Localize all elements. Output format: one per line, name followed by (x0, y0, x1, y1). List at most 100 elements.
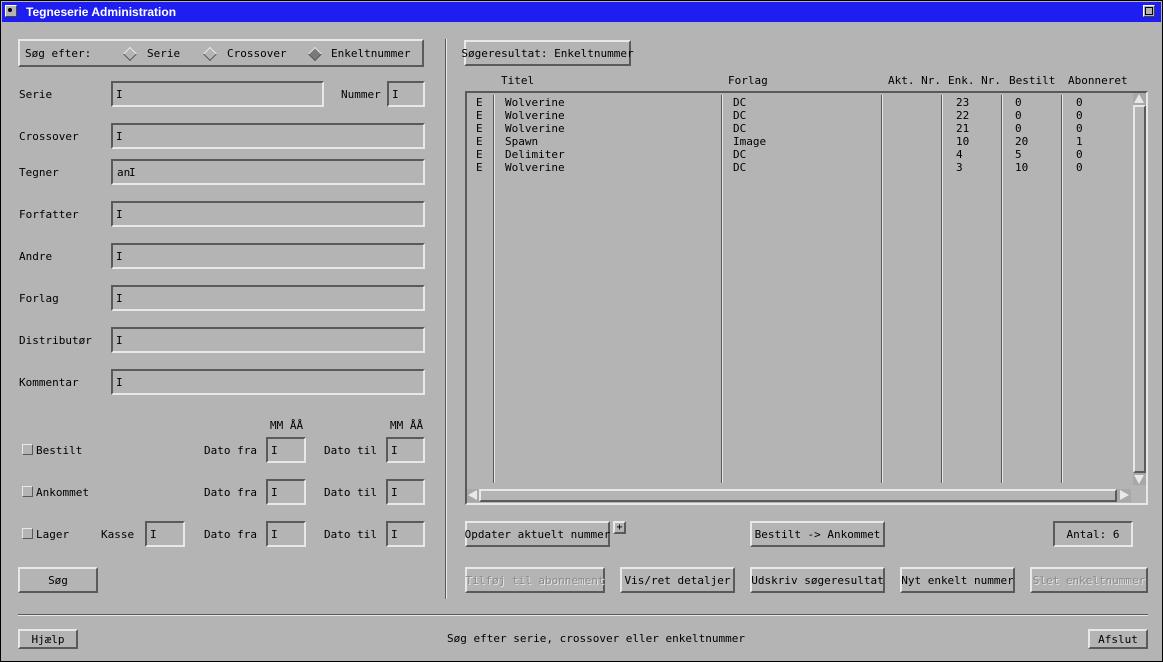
list-cell: DC (733, 109, 747, 122)
distributor-input[interactable]: I (111, 327, 425, 353)
ankommet-dato-til-input[interactable]: I (386, 479, 425, 505)
col-forlag: Forlag (728, 74, 768, 87)
sog-button[interactable]: Søg (18, 567, 98, 593)
radio-crossover-icon[interactable] (202, 46, 218, 62)
forlag-input[interactable]: I (111, 285, 425, 311)
tegner-input[interactable]: an I (111, 159, 425, 185)
col-bestilt: Bestilt (1009, 74, 1056, 87)
scroll-left-icon[interactable] (468, 490, 477, 500)
list-cell: 0 (1076, 96, 1083, 109)
text-cursor-icon: I (271, 528, 278, 541)
search-type-label: Søg efter: (25, 47, 92, 60)
window-menu-button[interactable] (5, 5, 17, 17)
col-titel: Titel (501, 74, 535, 87)
bestilt-ankommet-button[interactable]: Bestilt -> Ankommet (750, 521, 885, 547)
list-item[interactable]: E Wolverine DC 3 10 0 (467, 161, 1127, 174)
radio-serie-icon[interactable] (122, 46, 138, 62)
vertical-scrollbar[interactable] (1133, 93, 1146, 485)
ankommet-checkbox[interactable] (22, 486, 33, 497)
text-cursor-icon: I (116, 292, 123, 305)
bestilt-dato-til-input[interactable]: I (386, 437, 425, 463)
list-cell: 0 (1015, 96, 1022, 109)
text-cursor-icon: I (116, 208, 123, 221)
bottom-separator (18, 614, 1148, 616)
afslut-button[interactable]: Afslut (1088, 629, 1148, 649)
scroll-right-icon[interactable] (1120, 490, 1129, 500)
radio-enkeltnummer-icon[interactable] (307, 46, 323, 62)
list-cell: 1 (1076, 135, 1083, 148)
forfatter-input[interactable]: I (111, 201, 425, 227)
maximize-button[interactable] (1143, 5, 1155, 17)
andre-input[interactable]: I (111, 243, 425, 269)
text-cursor-icon: I (116, 250, 123, 263)
list-cell: 3 (956, 161, 963, 174)
lager-dato-fra-input[interactable]: I (266, 521, 306, 547)
vertical-scroll-thumb[interactable] (1133, 105, 1146, 473)
opdater-button[interactable]: Opdater aktuelt nummer (465, 521, 610, 547)
list-cell: E (476, 161, 483, 174)
dato-fra-label: Dato fra (204, 528, 257, 541)
hjaelp-button[interactable]: Hjælp (18, 629, 78, 649)
list-item[interactable]: E Wolverine DC 22 0 0 (467, 109, 1127, 122)
list-cell: Wolverine (505, 109, 565, 122)
bestilt-dato-fra-input[interactable]: I (266, 437, 306, 463)
dato-fra-label: Dato fra (204, 486, 257, 499)
list-cell: 23 (956, 96, 970, 109)
lager-dato-til-input[interactable]: I (386, 521, 425, 547)
nummer-input[interactable]: I (387, 81, 425, 107)
mmaa-label-fra: MM ÅÅ (270, 419, 304, 432)
search-type-group: Søg efter: Serie Crossover Enkeltnummer (18, 39, 424, 67)
distributor-label: Distributør (19, 334, 92, 347)
dato-til-label: Dato til (324, 444, 377, 457)
udskriv-button[interactable]: Udskriv søgeresultat (750, 567, 885, 593)
andre-label: Andre (19, 250, 53, 263)
forlag-label: Forlag (19, 292, 59, 305)
serie-input[interactable]: I (111, 81, 324, 107)
main-window: Tegneserie Administration Søg efter: Ser… (0, 0, 1163, 662)
list-item[interactable]: E Wolverine DC 21 0 0 (467, 122, 1127, 135)
list-cell: 0 (1015, 122, 1022, 135)
results-list[interactable]: E Wolverine DC 23 0 0 E Wolverine DC 22 0 0 E Wolveri… (465, 91, 1148, 505)
panel-separator (445, 39, 447, 599)
bestilt-checkbox[interactable] (22, 444, 33, 455)
list-item[interactable]: E Delimiter DC 4 5 0 (467, 148, 1127, 161)
list-cell: E (476, 148, 483, 161)
list-item[interactable]: E Wolverine DC 23 0 0 (467, 96, 1127, 109)
list-cell: Wolverine (505, 161, 565, 174)
list-cell: 10 (1015, 161, 1029, 174)
text-cursor-icon: I (150, 528, 157, 541)
crossover-input[interactable]: I (111, 123, 425, 149)
horizontal-scroll-thumb[interactable] (479, 489, 1117, 502)
radio-crossover-label[interactable]: Crossover (227, 47, 287, 60)
plus-button[interactable]: + (613, 521, 626, 534)
lager-checkbox[interactable] (22, 528, 33, 539)
nummer-label: Nummer (341, 88, 381, 101)
forfatter-label: Forfatter (19, 208, 79, 221)
text-cursor-icon: I (391, 444, 398, 457)
horizontal-scrollbar[interactable] (467, 489, 1131, 502)
tilfoej-abonnement-button[interactable]: Tilføj til abonnement (465, 567, 605, 593)
lager-label[interactable]: Lager (36, 528, 69, 541)
ankommet-dato-fra-input[interactable]: I (266, 479, 306, 505)
radio-enkeltnummer-label[interactable]: Enkeltnummer (331, 47, 410, 60)
list-item[interactable]: E Spawn Image 10 20 1 (467, 135, 1127, 148)
title-bar: Tegneserie Administration (2, 2, 1161, 22)
window-menu-icon (8, 8, 12, 12)
scroll-up-icon[interactable] (1134, 94, 1144, 103)
bestilt-label[interactable]: Bestilt (36, 444, 82, 457)
list-cell: DC (733, 96, 747, 109)
nyt-enkelt-nummer-button[interactable]: Nyt enkelt nummer (900, 567, 1015, 593)
ankommet-label[interactable]: Ankommet (36, 486, 89, 499)
vis-ret-detaljer-button[interactable]: Vis/ret detaljer (620, 567, 735, 593)
scroll-down-icon[interactable] (1134, 475, 1144, 484)
text-cursor-icon: I (391, 528, 398, 541)
list-cell: Wolverine (505, 96, 565, 109)
kommentar-input[interactable]: I (111, 369, 425, 395)
kasse-input[interactable]: I (145, 521, 185, 547)
slet-button[interactable]: Slet enkeltnummer (1030, 567, 1148, 593)
list-cell: 10 (956, 135, 970, 148)
text-cursor-icon: I (116, 130, 123, 143)
list-cell: E (476, 109, 483, 122)
radio-serie-label[interactable]: Serie (147, 47, 180, 60)
list-cell: Wolverine (505, 122, 565, 135)
